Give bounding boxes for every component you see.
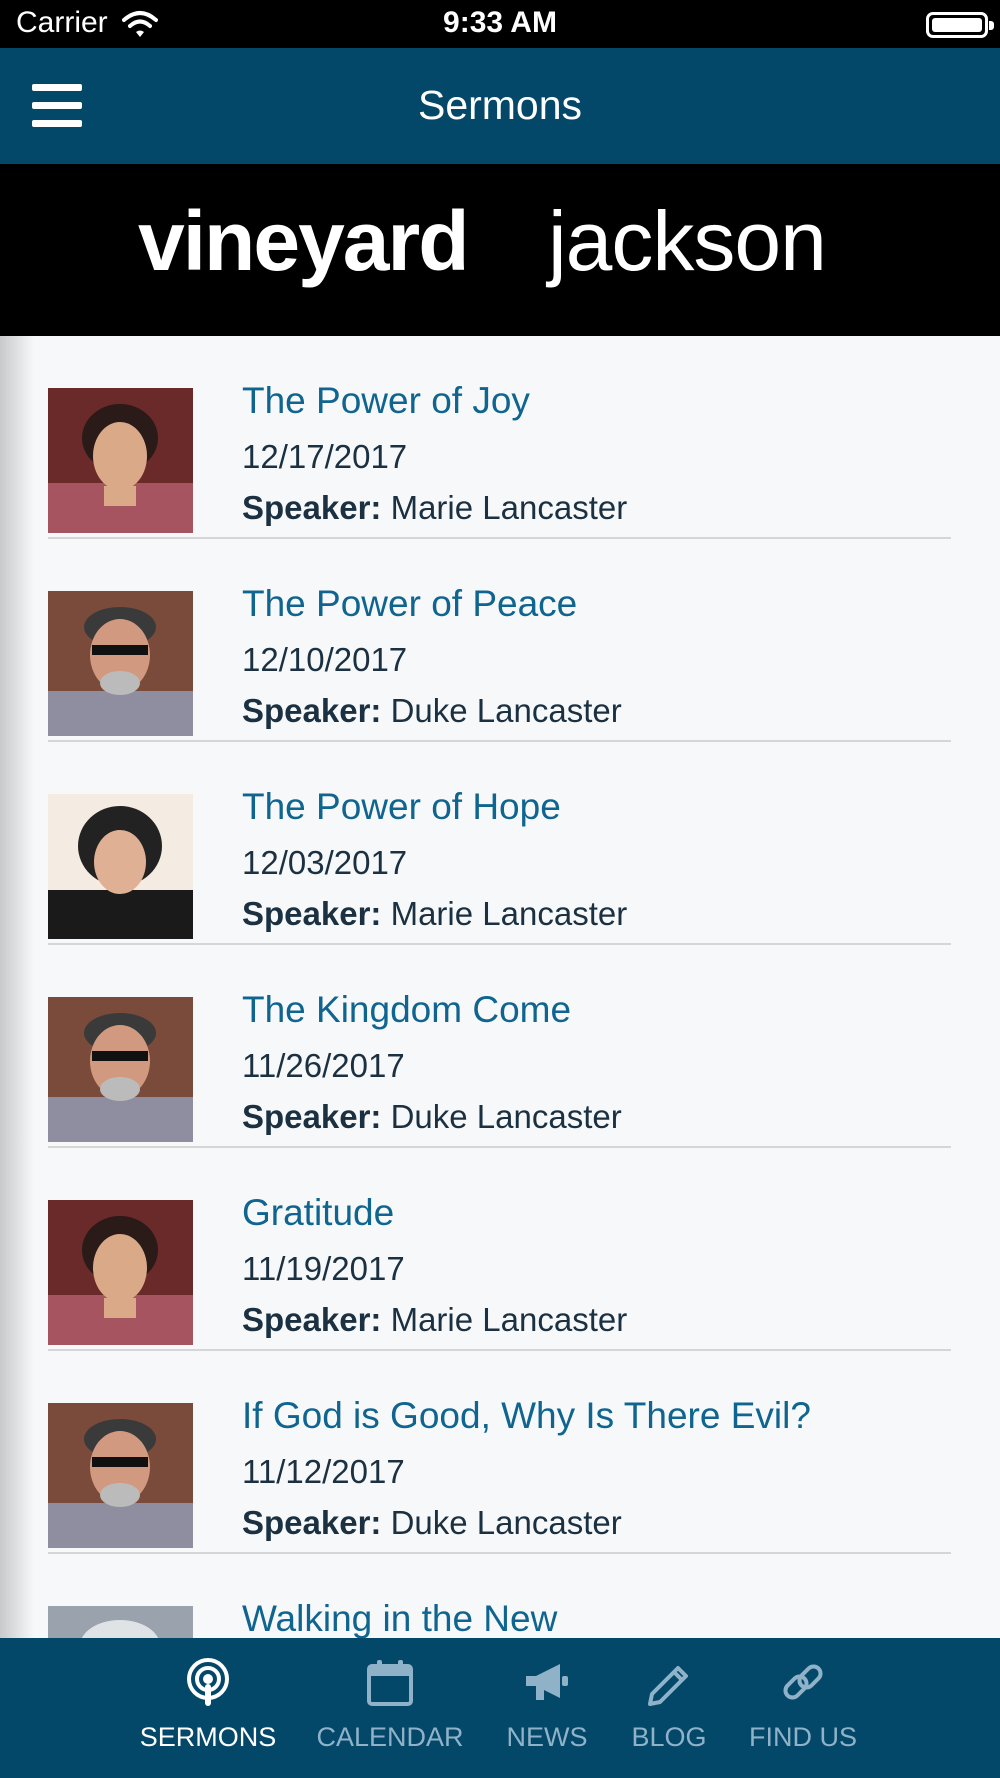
tab-label: BLOG — [631, 1722, 707, 1752]
sermon-speaker: Speaker: Duke Lancaster — [242, 692, 622, 730]
sermon-title[interactable]: The Power of Hope — [242, 786, 561, 828]
sermon-date: 12/17/2017 — [242, 438, 408, 475]
speaker-photo — [48, 997, 193, 1142]
church-logo: vineyard jackson — [138, 194, 827, 288]
status-time: 9:33 AM — [443, 6, 557, 39]
sermon-title[interactable]: Gratitude — [242, 1192, 394, 1234]
speaker-photo — [48, 794, 193, 939]
sermon-speaker: Speaker: Marie Lancaster — [242, 1301, 627, 1339]
sermon-speaker: Speaker: Marie Lancaster — [242, 489, 627, 527]
sermon-row[interactable]: The Power of Hope 12/03/2017 Speaker: Ma… — [48, 742, 951, 945]
sermon-row[interactable]: Gratitude 11/19/2017 Speaker: Marie Lanc… — [48, 1148, 951, 1351]
tab-label: SERMONS — [139, 1722, 277, 1752]
tab-label: NEWS — [506, 1722, 588, 1752]
speaker-name: Marie Lancaster — [390, 1301, 628, 1338]
speaker-label: Speaker: — [242, 1504, 382, 1541]
sermon-title[interactable]: Walking in the New — [242, 1598, 557, 1638]
podcast-icon — [187, 1658, 229, 1706]
sermon-row[interactable]: The Power of Peace 12/10/2017 Speaker: D… — [48, 539, 951, 742]
sermon-list[interactable]: The Power of Joy 12/17/2017 Speaker: Mar… — [0, 336, 1000, 1638]
svg-text:jackson: jackson — [545, 194, 826, 288]
bottom-tab-bar: SERMONS CALENDAR NEWS BLOG FIND US — [0, 1638, 1000, 1778]
sermon-date: 12/10/2017 — [242, 641, 408, 678]
tab-calendar[interactable]: CALENDAR — [314, 1638, 466, 1778]
tab-label: CALENDAR — [316, 1722, 464, 1752]
sermon-title[interactable]: The Kingdom Come — [242, 989, 571, 1031]
speaker-name: Duke Lancaster — [390, 1098, 622, 1135]
calendar-icon — [367, 1660, 413, 1706]
megaphone-icon — [526, 1664, 568, 1700]
sermon-row[interactable]: The Power of Joy 12/17/2017 Speaker: Mar… — [48, 336, 951, 539]
speaker-name: Marie Lancaster — [390, 489, 628, 526]
tab-blog[interactable]: BLOG — [624, 1638, 714, 1778]
sermon-speaker: Speaker: Marie Lancaster — [242, 895, 627, 933]
sermon-title[interactable]: The Power of Joy — [242, 380, 530, 422]
battery-icon — [926, 12, 994, 38]
sermon-row[interactable]: If God is Good, Why Is There Evil? 11/12… — [48, 1351, 951, 1554]
speaker-photo — [48, 591, 193, 736]
sermon-title[interactable]: The Power of Peace — [242, 583, 577, 625]
speaker-label: Speaker: — [242, 489, 382, 526]
speaker-photo — [48, 1606, 193, 1638]
speaker-name: Duke Lancaster — [390, 692, 622, 729]
pencil-icon — [648, 1666, 688, 1706]
sermon-date: 11/19/2017 — [242, 1250, 405, 1287]
tab-sermons[interactable]: SERMONS — [138, 1638, 278, 1778]
sermon-date: 11/26/2017 — [242, 1047, 405, 1084]
tab-find-us[interactable]: FIND US — [748, 1638, 858, 1778]
sermon-speaker: Speaker: Duke Lancaster — [242, 1504, 622, 1542]
sermon-row[interactable]: Walking in the New — [48, 1554, 951, 1638]
speaker-label: Speaker: — [242, 692, 382, 729]
speaker-photo — [48, 1403, 193, 1548]
sermon-date: 11/12/2017 — [242, 1453, 405, 1490]
navigation-bar: Sermons — [0, 48, 1000, 164]
sermon-row[interactable]: The Kingdom Come 11/26/2017 Speaker: Duk… — [48, 945, 951, 1148]
svg-text:vineyard: vineyard — [138, 194, 468, 288]
page-title: Sermons — [417, 82, 583, 128]
speaker-name: Duke Lancaster — [390, 1504, 622, 1541]
tab-news[interactable]: NEWS — [500, 1638, 594, 1778]
speaker-name: Marie Lancaster — [390, 895, 628, 932]
speaker-label: Speaker: — [242, 1098, 382, 1135]
church-logo-banner: vineyard jackson — [0, 164, 1000, 336]
tab-label: FIND US — [749, 1722, 857, 1752]
sermon-speaker: Speaker: Duke Lancaster — [242, 1098, 622, 1136]
speaker-label: Speaker: — [242, 1301, 382, 1338]
speaker-photo — [48, 388, 193, 533]
status-bar: Carrier 9:33 AM — [0, 0, 1000, 48]
sermon-date: 12/03/2017 — [242, 844, 408, 881]
speaker-photo — [48, 1200, 193, 1345]
link-icon — [783, 1664, 823, 1700]
speaker-label: Speaker: — [242, 895, 382, 932]
sermon-title[interactable]: If God is Good, Why Is There Evil? — [242, 1395, 811, 1437]
